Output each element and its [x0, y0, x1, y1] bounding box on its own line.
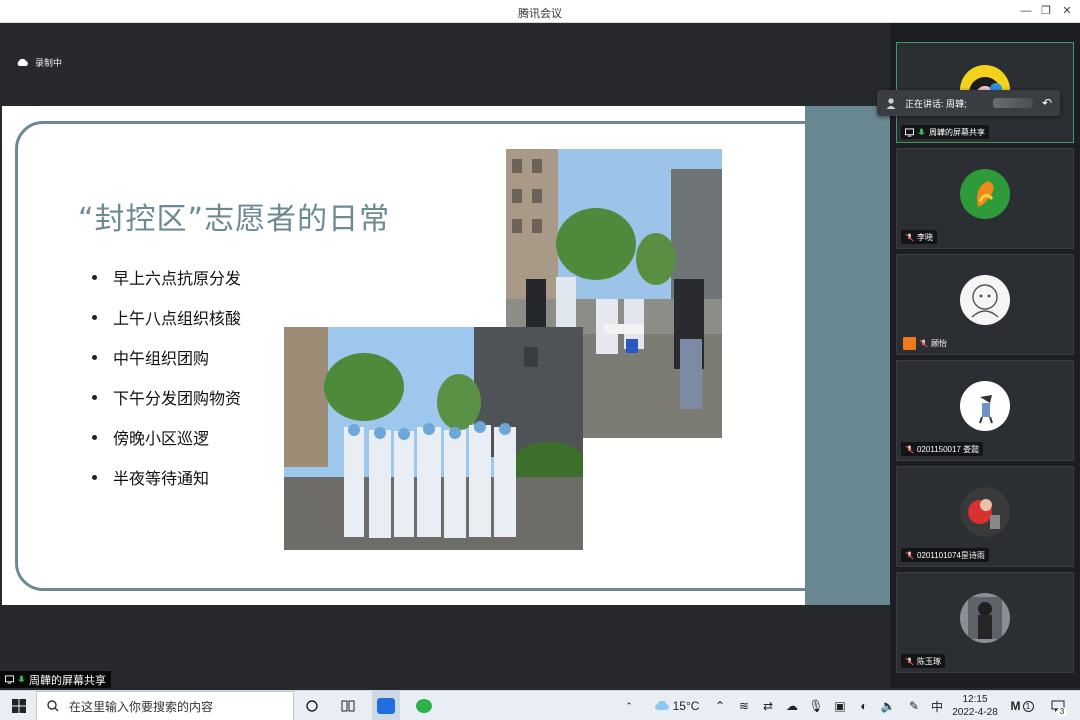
mic-on-icon — [918, 127, 925, 135]
network-icon[interactable]: ≋ — [736, 691, 752, 720]
screen-share-label: 周韡的屏幕共享 — [0, 671, 111, 688]
speaking-text: 正在讲话: 周韡; — [905, 98, 967, 109]
slide-side-panel — [805, 106, 890, 605]
notification-count: 3 — [1057, 707, 1067, 717]
speaker-avatar-icon — [886, 98, 896, 109]
reply-icon[interactable]: ↶ — [1042, 96, 1052, 110]
ime-mode-icon[interactable]: M 1 — [1010, 691, 1034, 720]
participant-tile[interactable]: 顾怡 — [896, 254, 1074, 355]
weather-widget[interactable]: 15°C — [652, 691, 702, 720]
participant-label: 0201101074昰诗雨 — [901, 548, 989, 562]
search-icon — [47, 700, 59, 712]
tray-app-icon[interactable]: ▣ — [832, 691, 848, 720]
mic-muted-icon — [905, 232, 914, 242]
taskbar-clock[interactable]: 12:15 2022-4-28 — [948, 693, 1002, 719]
temperature: 15°C — [672, 699, 700, 713]
cloud-icon — [17, 58, 28, 66]
avatar — [960, 487, 1010, 537]
slide-title: “封控区”志愿者的日常 — [78, 202, 391, 237]
user-icon — [903, 336, 916, 350]
taskbar-scroll-icon[interactable]: ⌃ — [622, 691, 636, 720]
participant-tile[interactable]: 0201101074昰诗雨 — [896, 466, 1074, 567]
bullet-item: 傍晚小区巡逻 — [92, 417, 241, 457]
mic-muted-icon — [905, 550, 914, 560]
clock-date: 2022-4-28 — [952, 707, 998, 718]
recording-label: 录制中 — [35, 58, 63, 68]
participant-label: 0201150017 娄懿 — [901, 442, 984, 456]
participant-label: 顾怡 — [903, 336, 947, 350]
participant-tile[interactable]: 李晓 — [896, 148, 1074, 249]
tray-app-icon-2[interactable]: ◐ — [856, 691, 872, 720]
title-bar: 腾讯会议 — ❐ ✕ — [0, 0, 1080, 23]
close-button[interactable]: ✕ — [1057, 3, 1077, 19]
volunteer-photo-2 — [284, 327, 583, 550]
onedrive-icon[interactable]: ☁ — [784, 691, 800, 720]
mic-muted-icon — [905, 656, 914, 666]
blurred-name — [992, 98, 1033, 108]
speaking-indicator: 正在讲话: 周韡; ↶ — [877, 90, 1060, 116]
participant-label: 陈玉琢 — [901, 654, 945, 668]
wechat-taskbar-icon[interactable] — [410, 691, 438, 720]
recording-indicator[interactable]: 录制中 — [16, 56, 62, 69]
avatar — [960, 381, 1010, 431]
windows-icon — [12, 699, 26, 713]
participant-tile[interactable]: 0201150017 娄懿 — [896, 360, 1074, 461]
notification-center-icon[interactable]: 3 — [1046, 691, 1070, 720]
mic-tray-icon[interactable]: 🎙 — [808, 691, 824, 720]
screen-share-icon — [5, 675, 14, 684]
avatar — [960, 275, 1010, 325]
volume-icon[interactable]: 🔈 — [880, 691, 896, 720]
mic-on-icon — [18, 675, 25, 682]
cloud-icon — [654, 701, 669, 710]
bullet-item: 半夜等待通知 — [92, 457, 241, 497]
mic-muted-icon — [905, 444, 914, 454]
mic-muted-icon — [919, 338, 928, 348]
participant-label: 李晓 — [901, 230, 937, 244]
clock-time: 12:15 — [962, 694, 988, 705]
tencent-meeting-taskbar-icon[interactable] — [372, 691, 400, 720]
screen-share-icon — [905, 127, 914, 137]
taskbar-search[interactable]: 在这里输入你要搜索的内容 — [36, 691, 294, 720]
participant-tile[interactable]: 陈玉琢 — [896, 572, 1074, 673]
participant-sidebar: 周韡的屏幕共享 李晓 顾怡 0201150017 娄懿 0201101074昰诗… — [890, 23, 1080, 688]
sync-icon[interactable]: ⇄ — [760, 691, 776, 720]
participant-label: 周韡的屏幕共享 — [901, 125, 989, 139]
bullet-list: 早上六点抗原分发 上午八点组织核酸 中午组织团购 下午分发团购物资 傍晚小区巡逻… — [92, 257, 241, 497]
bullet-item: 上午八点组织核酸 — [92, 297, 241, 337]
bullet-item: 下午分发团购物资 — [92, 377, 241, 417]
ime-indicator[interactable]: 中 — [928, 691, 946, 720]
window-title: 腾讯会议 — [518, 8, 562, 20]
show-hidden-icons[interactable]: ⌃ — [712, 691, 728, 720]
bullet-item: 中午组织团购 — [92, 337, 241, 377]
start-button[interactable] — [6, 691, 32, 720]
task-view-icon[interactable] — [338, 691, 358, 720]
bullet-item: 早上六点抗原分发 — [92, 257, 241, 297]
pen-icon[interactable]: ✎ — [906, 691, 922, 720]
search-placeholder: 在这里输入你要搜索的内容 — [69, 699, 214, 714]
cortana-icon[interactable] — [302, 691, 322, 720]
avatar — [960, 593, 1010, 643]
maximize-button[interactable]: ❐ — [1036, 3, 1056, 19]
minimize-button[interactable]: — — [1016, 3, 1036, 19]
avatar — [960, 169, 1010, 219]
presentation-slide: “封控区”志愿者的日常 早上六点抗原分发 上午八点组织核酸 中午组织团购 下午分… — [2, 106, 805, 605]
taskbar: 在这里输入你要搜索的内容 ⌃ 15°C ⌃ ≋ ⇄ ☁ 🎙 ▣ ◐ 🔈 ✎ 中 … — [0, 690, 1080, 720]
